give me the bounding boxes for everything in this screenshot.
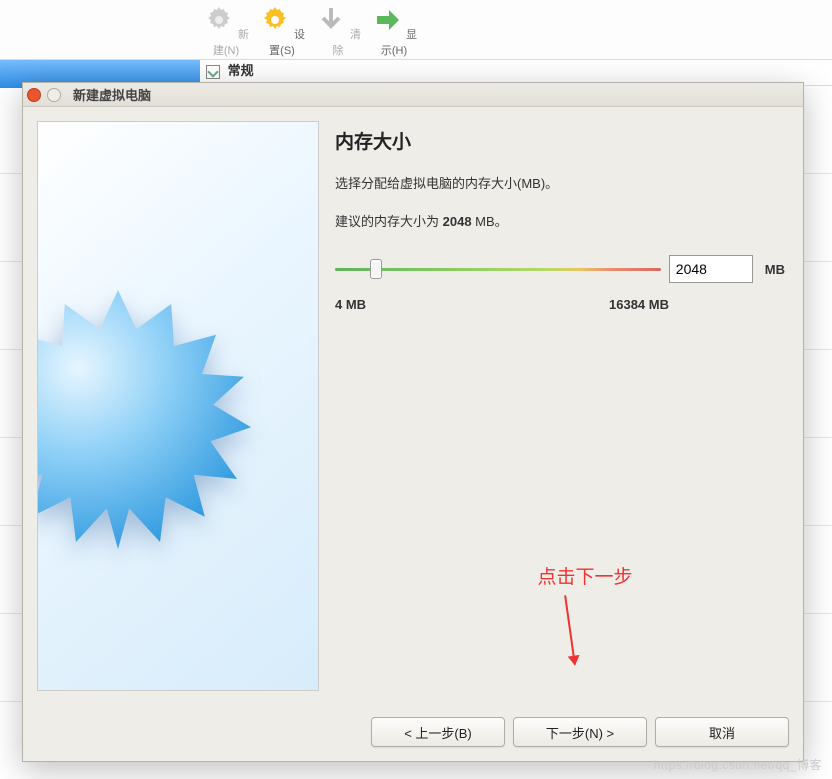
slider-min-label: 4 MB [335,297,366,312]
slider-range-labels: 4 MB 16384 MB [335,297,785,312]
watermark: https://blog.csdn.net/qq_博客 [654,756,822,773]
memory-slider-row: ▲ ▼ MB [335,255,785,283]
memory-input[interactable] [670,256,832,282]
cancel-button[interactable]: 取消 [655,717,789,747]
gear-icon [259,4,291,36]
next-button-label: 下一步(N) > [546,726,614,741]
desc2-suffix: MB。 [472,214,508,229]
desc2-prefix: 建议的内存大小为 [335,214,443,229]
dialog-titlebar: 新建虚拟电脑 [23,83,803,107]
starburst-icon [37,206,258,626]
gear-icon [203,4,235,36]
window-close-button[interactable] [27,88,41,102]
desc2-value: 2048 [443,214,472,229]
checkbox-icon[interactable] [206,65,220,79]
memory-slider[interactable] [335,268,661,271]
wizard-buttons: < 上一步(B) 下一步(N) > 取消 [23,717,803,761]
main-toolbar: 新建(N) 设置(S) 清除 显示(H) [0,0,832,60]
slider-track [335,268,661,271]
annotation-arrow [564,595,576,665]
dialog-content: 内存大小 选择分配给虚拟电脑的内存大小(MB)。 建议的内存大小为 2048 M… [23,107,803,717]
slider-thumb[interactable] [370,259,382,279]
toolbar-show[interactable]: 显示(H) [368,0,420,58]
memory-spinbox[interactable]: ▲ ▼ [669,255,753,283]
tab-general-label[interactable]: 常规 [228,63,254,78]
memory-unit: MB [765,262,785,277]
wizard-dialog: 新建虚拟电脑 内存大小 选择分配给虚拟电脑的内存大小(MB)。 建议的内存大小为… [22,82,804,762]
dialog-title: 新建虚拟电脑 [73,85,151,104]
step-description-2: 建议的内存大小为 2048 MB。 [335,212,785,232]
annotation-text: 点击下一步 [385,562,785,589]
back-button[interactable]: < 上一步(B) [371,717,505,747]
toolbar-settings[interactable]: 设置(S) [256,0,308,58]
wizard-step-pane: 内存大小 选择分配给虚拟电脑的内存大小(MB)。 建议的内存大小为 2048 M… [335,121,789,717]
arrow-down-icon [315,4,347,36]
step-heading: 内存大小 [335,127,785,154]
arrow-right-icon [371,4,403,36]
toolbar-clear[interactable]: 清除 [312,0,364,58]
next-button[interactable]: 下一步(N) > [513,717,647,747]
slider-max-label: 16384 MB [609,297,669,312]
back-button-label: < 上一步(B) [404,726,472,741]
cancel-button-label: 取消 [709,726,735,741]
step-description-1: 选择分配给虚拟电脑的内存大小(MB)。 [335,174,785,194]
wizard-illustration [37,121,319,691]
toolbar-new[interactable]: 新建(N) [200,0,252,58]
window-minimize-button[interactable] [47,88,61,102]
